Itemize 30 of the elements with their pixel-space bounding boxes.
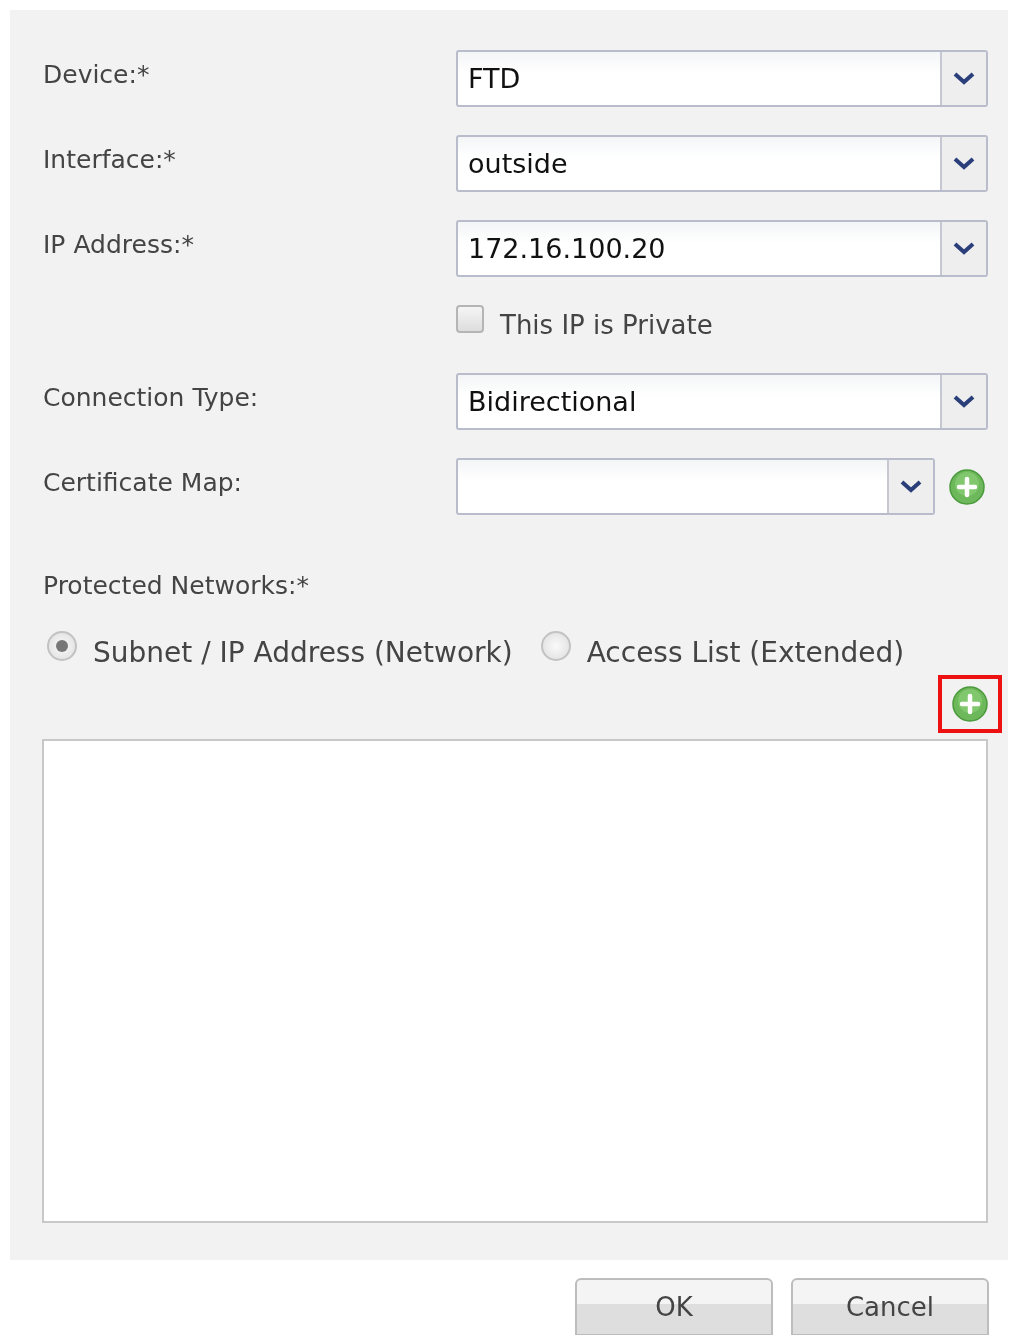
dropdown[interactable]: 172.16.100.20 xyxy=(456,220,988,277)
dropdown[interactable]: Bidirectional xyxy=(456,373,988,430)
dropdown-toggle[interactable] xyxy=(940,375,986,428)
chevron-down-icon xyxy=(953,394,975,409)
radio-label: Access List (Extended) xyxy=(586,636,905,669)
radio-label: Subnet / IP Address (Network) xyxy=(93,636,513,669)
dropdown[interactable]: FTD xyxy=(456,50,988,107)
field-label: Certificate Map: xyxy=(43,468,242,497)
checkbox[interactable] xyxy=(456,305,484,333)
add-icon[interactable] xyxy=(952,686,988,722)
add-icon[interactable] xyxy=(949,468,985,505)
dropdown[interactable]: outside xyxy=(456,135,988,192)
field-label: Interface:* xyxy=(43,145,176,174)
chevron-down-icon xyxy=(900,479,922,494)
chevron-down-icon xyxy=(953,156,975,171)
dropdown-toggle[interactable] xyxy=(887,460,933,513)
dropdown-toggle[interactable] xyxy=(940,222,986,275)
radio-button[interactable] xyxy=(47,630,77,661)
chevron-down-icon xyxy=(953,71,975,86)
chevron-down-icon xyxy=(953,241,975,256)
dialog-button[interactable]: OK xyxy=(575,1278,773,1335)
field-label: Protected Networks:* xyxy=(43,571,310,600)
dialog-button[interactable]: Cancel xyxy=(791,1278,989,1335)
field-label: Connection Type: xyxy=(43,383,259,412)
dropdown-toggle[interactable] xyxy=(940,137,986,190)
checkbox-label: This IP is Private xyxy=(500,310,713,340)
dropdown-toggle[interactable] xyxy=(940,52,986,105)
radio-button[interactable] xyxy=(540,630,571,661)
field-label: IP Address:* xyxy=(43,230,194,259)
field-label: Device:* xyxy=(43,60,150,89)
